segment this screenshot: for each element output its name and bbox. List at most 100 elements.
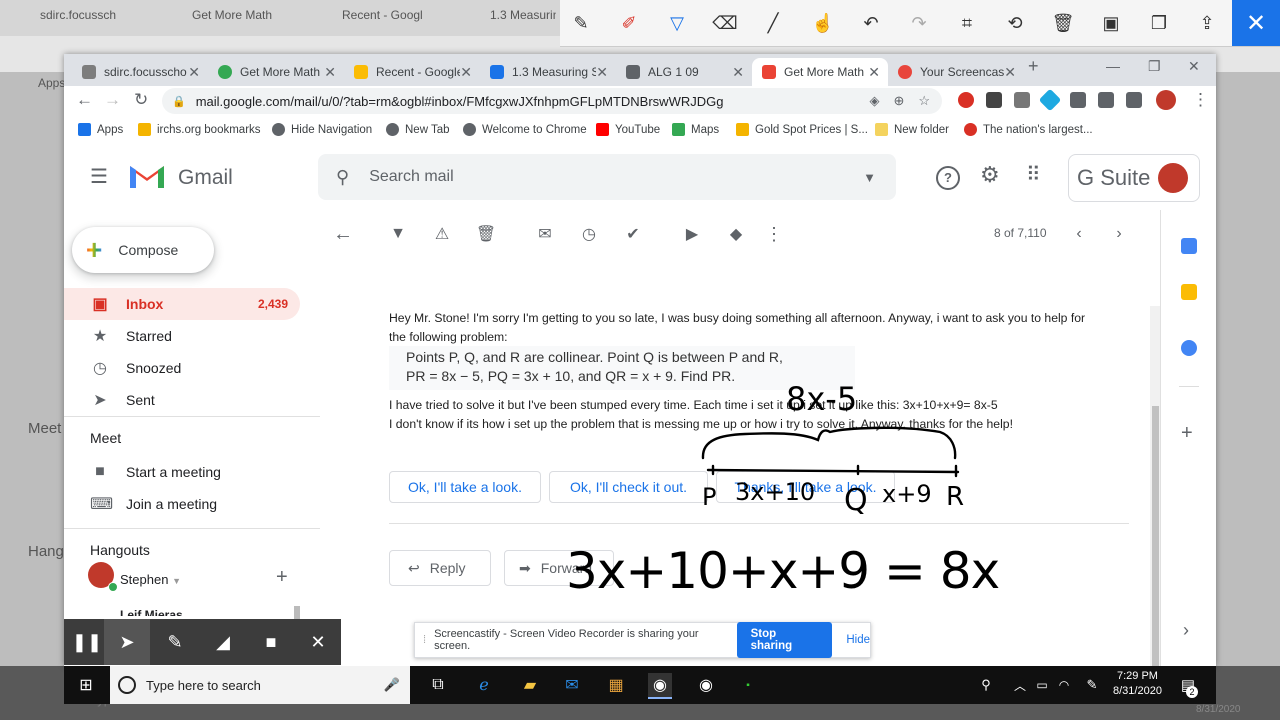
settings-gear-icon[interactable]: ⚙ bbox=[980, 162, 1000, 188]
newer-email-icon[interactable]: ‹ bbox=[1068, 223, 1090, 245]
windows-start-icon[interactable]: ⊞ bbox=[74, 673, 98, 697]
share-icon[interactable]: ⇪ bbox=[1192, 8, 1222, 38]
copy-icon[interactable]: ❐ bbox=[1144, 8, 1174, 38]
hide-banner-button[interactable]: Hide bbox=[846, 634, 870, 646]
tab-close-icon[interactable]: ✕ bbox=[868, 64, 880, 81]
eraser-tool-icon[interactable]: ⌫ bbox=[710, 8, 740, 38]
move-to-icon[interactable]: ▶ bbox=[681, 223, 703, 245]
tab-close-icon[interactable]: ✕ bbox=[596, 64, 608, 81]
undo-icon[interactable]: ↶ bbox=[856, 8, 886, 38]
profile-avatar[interactable] bbox=[1156, 90, 1176, 110]
show-side-panel-icon[interactable]: › bbox=[1183, 620, 1189, 641]
more-options-icon[interactable]: ⋮ bbox=[763, 223, 785, 245]
bookmark-item[interactable]: YouTube bbox=[596, 123, 660, 136]
delete-icon[interactable]: 🗑 bbox=[1048, 8, 1078, 38]
snooze-icon[interactable]: ◷ bbox=[578, 223, 600, 245]
pen-tool-icon[interactable]: ✎ bbox=[566, 8, 596, 38]
browser-tab[interactable]: Recent - Google ✕ bbox=[344, 58, 480, 86]
maximize-icon[interactable]: ❐ bbox=[1148, 58, 1161, 75]
browser-tab-active[interactable]: Get More Math ✕ bbox=[752, 58, 888, 86]
chrome-menu-icon[interactable]: ⋮ bbox=[1192, 90, 1209, 110]
task-view-icon[interactable]: ⧉ bbox=[426, 673, 450, 697]
search-icon[interactable]: ⚲ bbox=[336, 167, 349, 188]
bookmark-apps[interactable]: Apps bbox=[78, 123, 123, 136]
search-bar[interactable]: ⚲ Search mail ▼ bbox=[318, 154, 896, 200]
gsuite-account-button[interactable]: G Suite bbox=[1068, 154, 1200, 202]
smart-reply-button[interactable]: Ok, I'll take a look. bbox=[389, 471, 541, 503]
tab-close-icon[interactable]: ✕ bbox=[1004, 64, 1016, 81]
drag-handle-icon[interactable]: ⁞ bbox=[423, 634, 426, 646]
calendar-icon[interactable] bbox=[1181, 238, 1197, 254]
address-bar[interactable]: 🔒 mail.google.com/mail/u/0/?tab=rm&ogbl#… bbox=[162, 88, 942, 114]
browser-tab[interactable]: Your Screencast ✕ bbox=[888, 58, 1024, 86]
start-meeting[interactable]: ■ Start a meeting bbox=[64, 456, 300, 488]
gmail-logo-icon[interactable] bbox=[128, 162, 166, 190]
highlighter-tool-icon[interactable]: ✐ bbox=[614, 8, 644, 38]
nav-starred[interactable]: ★ Starred bbox=[64, 320, 300, 352]
chrome-profile-taskbar-icon[interactable]: ◉ bbox=[694, 673, 718, 697]
line-tool-icon[interactable]: ╱ bbox=[758, 8, 788, 38]
save-icon[interactable]: ▣ bbox=[1096, 8, 1126, 38]
tray-expand-icon[interactable]: ︿ bbox=[1008, 673, 1032, 697]
bookmark-star-icon[interactable]: ☆ bbox=[918, 93, 930, 109]
get-addons-icon[interactable]: + bbox=[1181, 422, 1193, 445]
pen-tool-icon[interactable]: ✎ bbox=[152, 619, 198, 665]
smart-reply-button[interactable]: Thanks, I'll take a look. bbox=[716, 471, 895, 503]
delete-icon[interactable]: 🗑 bbox=[475, 223, 497, 245]
bookmark-item[interactable]: Maps bbox=[672, 123, 719, 136]
scrollbar-thumb[interactable] bbox=[1152, 406, 1159, 666]
label-icon[interactable]: ◆ bbox=[725, 223, 747, 245]
email-scrollbar[interactable] bbox=[1150, 306, 1160, 666]
bookmark-item[interactable]: Welcome to Chrome bbox=[463, 123, 587, 136]
store-icon[interactable]: ▦ bbox=[604, 673, 628, 697]
tab-close-icon[interactable]: ✕ bbox=[324, 64, 336, 81]
extension-icon[interactable] bbox=[1014, 92, 1030, 108]
browser-tab[interactable]: Get More Math ✕ bbox=[208, 58, 344, 86]
history-icon[interactable]: ⟲ bbox=[1000, 8, 1030, 38]
reload-icon[interactable]: ↻ bbox=[134, 90, 148, 110]
minimize-icon[interactable]: — bbox=[1106, 58, 1120, 74]
browser-tab[interactable]: ALG 1 09 ✕ bbox=[616, 58, 752, 86]
extensions-puzzle-icon[interactable] bbox=[1070, 92, 1086, 108]
mail-icon[interactable]: ✉ bbox=[560, 673, 584, 697]
chrome-taskbar-icon[interactable]: ◉ bbox=[648, 673, 672, 699]
reading-list-icon[interactable] bbox=[1126, 92, 1142, 108]
back-to-inbox-icon[interactable]: ← bbox=[332, 223, 354, 245]
webcam-icon[interactable]: ■ bbox=[248, 619, 294, 665]
reply-button[interactable]: ↩ Reply bbox=[389, 550, 491, 586]
forward-button[interactable]: ➡ Forward bbox=[504, 550, 614, 586]
close-recorder-icon[interactable]: ✕ bbox=[295, 619, 341, 665]
window-close-icon[interactable]: ✕ bbox=[1188, 58, 1200, 75]
bookmark-item[interactable]: irchs.org bookmarks bbox=[138, 123, 261, 136]
bookmark-item[interactable]: Gold Spot Prices | S... bbox=[736, 123, 868, 136]
annotation-close-button[interactable]: ✕ bbox=[1232, 0, 1280, 46]
main-menu-icon[interactable]: ☰ bbox=[90, 164, 108, 189]
redo-icon[interactable]: ↷ bbox=[904, 8, 934, 38]
older-email-icon[interactable]: › bbox=[1108, 223, 1130, 245]
bookmark-item[interactable]: New Tab bbox=[386, 123, 450, 136]
wifi-icon[interactable]: ◠ bbox=[1052, 673, 1076, 697]
search-options-icon[interactable]: ▼ bbox=[863, 170, 876, 185]
edge-icon[interactable]: ℯ bbox=[472, 673, 496, 697]
bookmark-item[interactable]: Hide Navigation bbox=[272, 123, 372, 136]
microphone-icon[interactable]: 🎤 bbox=[384, 677, 400, 693]
cursor-tool-icon[interactable]: ➤ bbox=[104, 619, 150, 665]
bookmark-item[interactable]: New folder bbox=[875, 123, 949, 136]
taskbar-clock[interactable]: 7:29 PM 8/31/2020 bbox=[1113, 669, 1162, 699]
extension-icon[interactable] bbox=[1038, 88, 1062, 112]
smart-reply-button[interactable]: Ok, I'll check it out. bbox=[549, 471, 708, 503]
nav-snoozed[interactable]: ◷ Snoozed bbox=[64, 352, 300, 384]
nav-inbox[interactable]: ▣ Inbox 2,439 bbox=[64, 288, 300, 320]
browser-tab[interactable]: sdirc.focusscho ✕ bbox=[72, 58, 208, 86]
mark-unread-icon[interactable]: ✉ bbox=[534, 223, 556, 245]
tab-close-icon[interactable]: ✕ bbox=[460, 64, 472, 81]
forward-icon[interactable]: → bbox=[104, 90, 121, 110]
pen-workspace-icon[interactable]: ✎ bbox=[1080, 673, 1104, 697]
terminal-taskbar-icon[interactable]: ▪ bbox=[736, 673, 760, 697]
new-tab-button[interactable]: + bbox=[1028, 56, 1039, 77]
tasks-icon[interactable] bbox=[1181, 340, 1197, 356]
tab-close-icon[interactable]: ✕ bbox=[188, 64, 200, 81]
taskbar-search-box[interactable]: Type here to search 🎤 bbox=[110, 666, 410, 704]
stop-sharing-button[interactable]: Stop sharing bbox=[736, 622, 833, 658]
browser-tab[interactable]: 1.3 Measuring S ✕ bbox=[480, 58, 616, 86]
